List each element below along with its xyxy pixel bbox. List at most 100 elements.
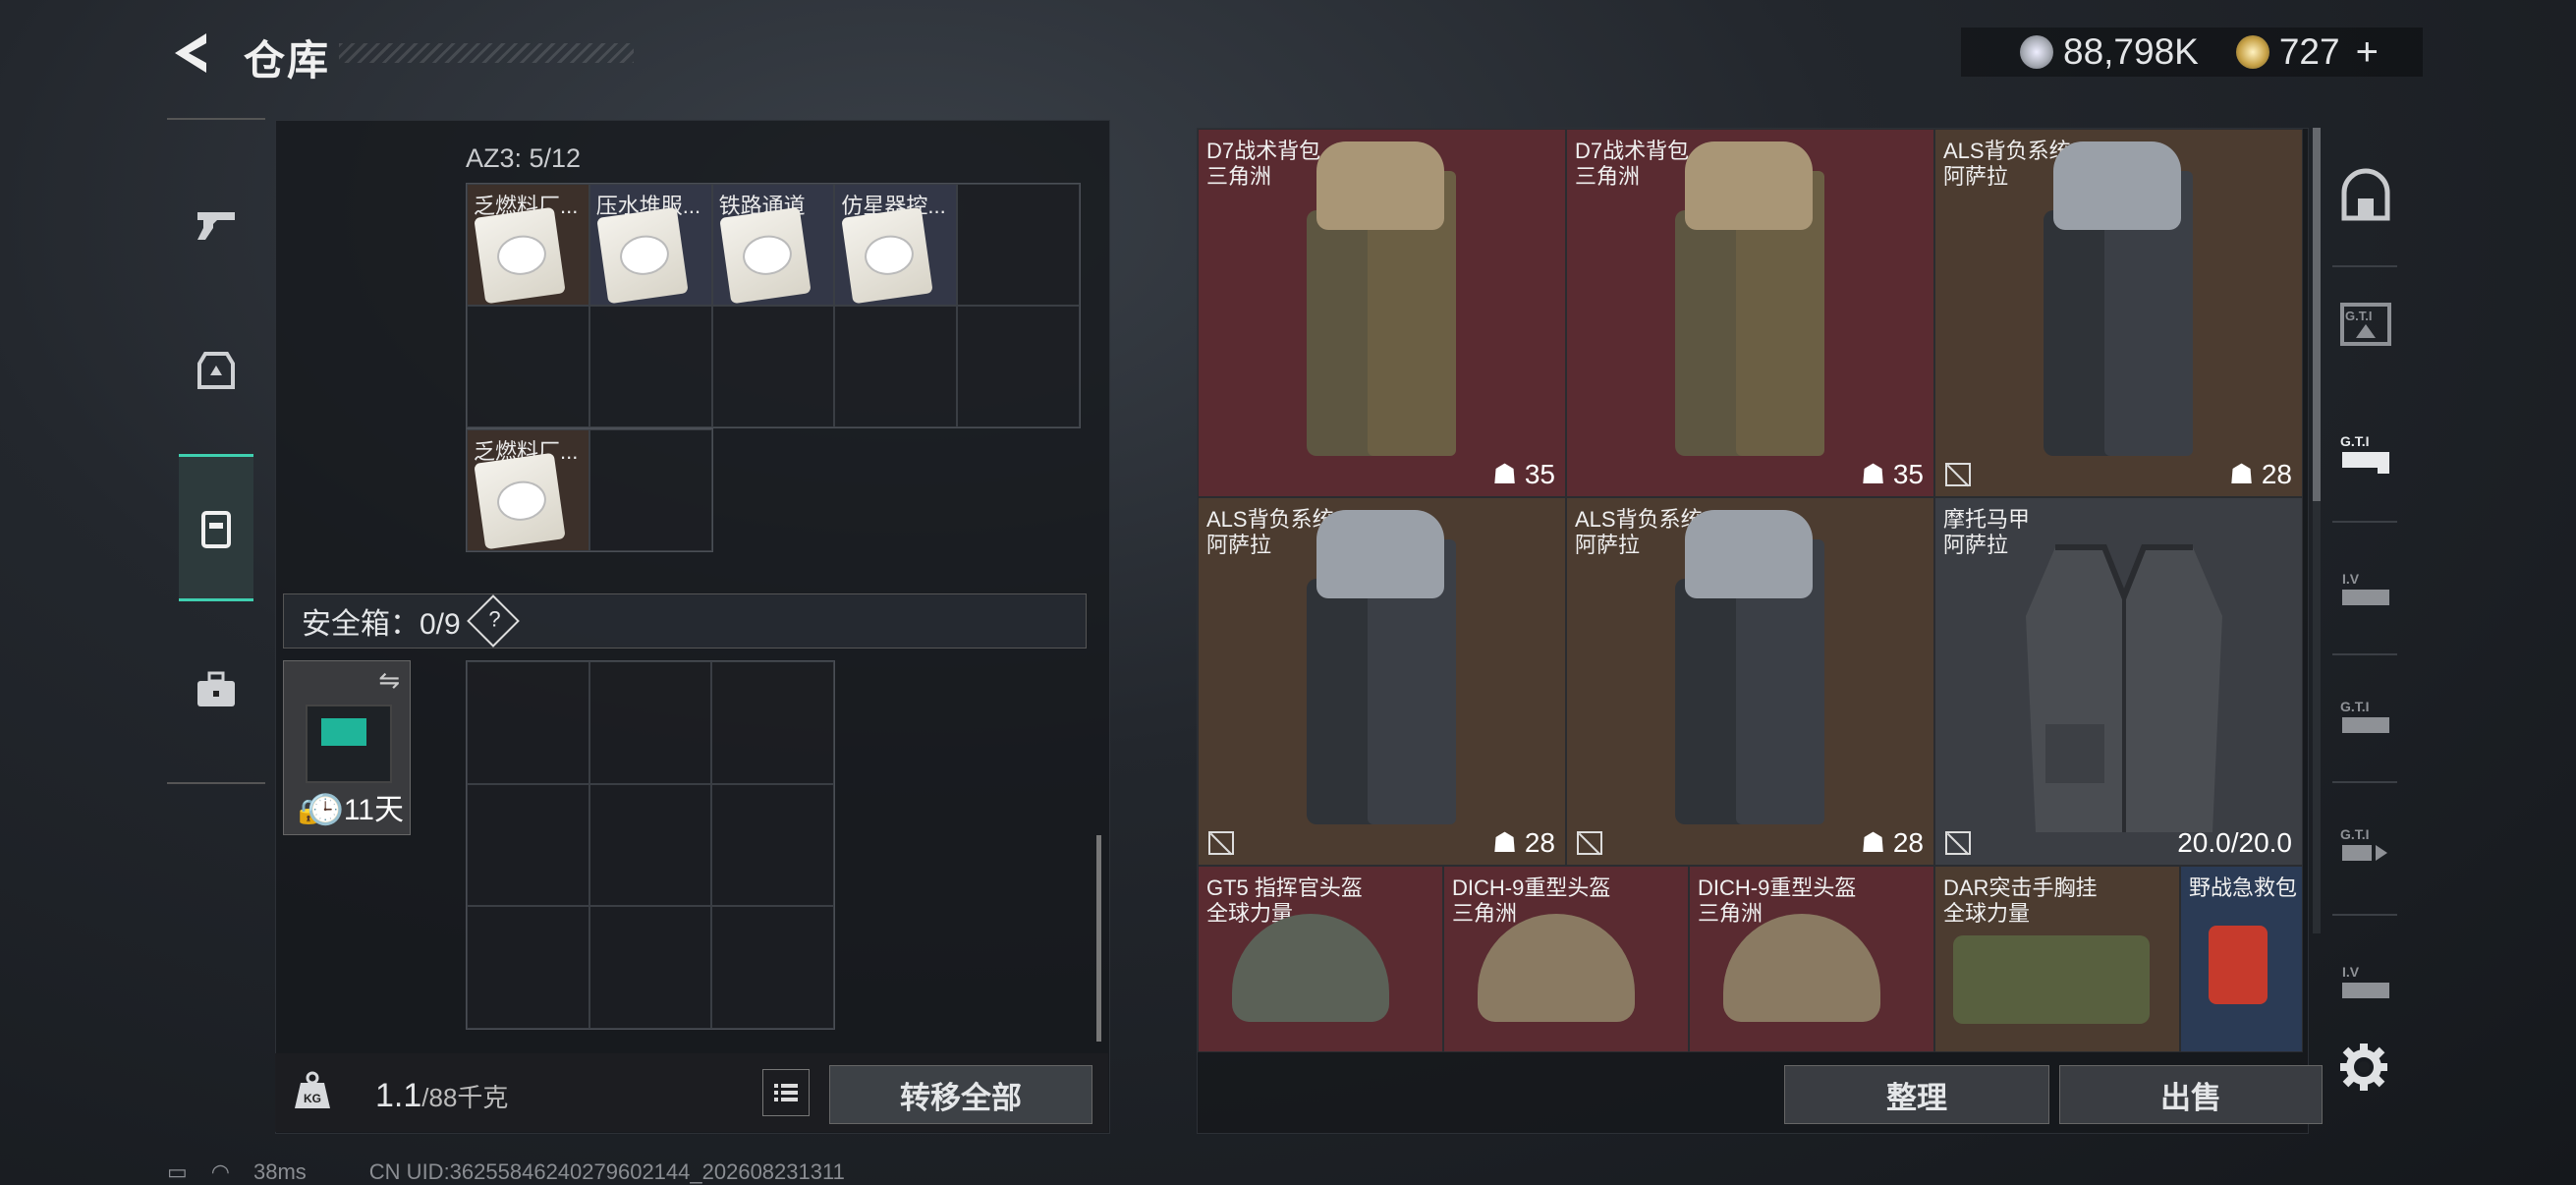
grid-item-keycard[interactable]: 压水堆服... <box>588 184 712 306</box>
sidebar-item-armor[interactable] <box>179 297 253 444</box>
backpack-image <box>1307 141 1456 466</box>
container-capacity-label: AZ3: 5/12 <box>466 143 582 173</box>
sidebar-item-case[interactable] <box>179 616 253 763</box>
grid-empty-slot[interactable] <box>467 306 589 427</box>
grid-item-keycard[interactable]: 乏燃料厂... <box>467 429 589 551</box>
category-all[interactable] <box>2330 138 2401 255</box>
grid-item-keycard[interactable]: 乏燃料厂... <box>467 184 589 306</box>
item-capacity: ☗ 28 <box>1491 827 1555 858</box>
warehouse-item-backpack[interactable]: ALS背负系统 阿萨拉 ☗ 28 <box>1198 497 1566 866</box>
backpack-image <box>1675 510 1824 834</box>
grid-empty-slot[interactable] <box>588 783 712 907</box>
grid-empty-slot[interactable] <box>834 306 958 427</box>
item-origin: 阿萨拉 <box>1206 533 1272 557</box>
all-items-icon <box>2341 168 2390 221</box>
warehouse-item-backpack[interactable]: D7战术背包 三角洲 ☗ 35 <box>1198 129 1566 497</box>
safe-box-header: 安全箱：0/9 ? <box>283 593 1087 649</box>
svg-text:G.T.I: G.T.I <box>2340 826 2370 842</box>
grid-empty-slot[interactable] <box>467 783 589 907</box>
warehouse-item-backpack[interactable]: D7战术背包 三角洲 ☗ 35 <box>1566 129 1934 497</box>
grid-empty-slot[interactable] <box>711 306 835 427</box>
grid-empty-slot[interactable] <box>467 661 589 784</box>
not-insured-icon <box>1945 831 1971 855</box>
warehouse-gt-icon: G.T.I <box>2340 699 2389 733</box>
grid-empty-slot[interactable] <box>467 906 589 1029</box>
keycard-icon <box>718 206 812 305</box>
silver-amount: 88,798K <box>2063 31 2199 72</box>
capacity-value: 28 <box>1524 827 1555 858</box>
capacity-value: 35 <box>1892 459 1924 489</box>
item-origin: 三角洲 <box>1698 901 1764 926</box>
grid-empty-slot[interactable] <box>711 783 834 907</box>
category-gt4[interactable]: G.T.I <box>2330 786 2401 904</box>
currency-display: 88,798K 727 + <box>1961 28 2423 77</box>
weight-icon: KG <box>291 1069 334 1112</box>
gold-amount: 727 <box>2278 31 2340 72</box>
category-iv1[interactable]: I.V <box>2330 531 2401 649</box>
grid-item-keycard[interactable]: 铁路通道 <box>711 184 835 306</box>
backpack-image <box>1307 510 1456 834</box>
sell-button[interactable]: 出售 <box>2059 1065 2323 1124</box>
transfer-all-button[interactable]: 转移全部 <box>829 1065 1092 1124</box>
grid-empty-slot[interactable] <box>957 306 1080 427</box>
left-scrollbar[interactable] <box>1096 835 1101 1042</box>
grid-empty-slot[interactable] <box>589 429 712 551</box>
warehouse-item-backpack[interactable]: ALS背负系统 阿萨拉 ☗ 28 <box>1566 497 1934 866</box>
title-decoration <box>339 43 634 63</box>
keycard-icon <box>596 206 689 305</box>
warehouse-item-vest[interactable]: 摩托马甲 阿萨拉 20.0/20.0 <box>1934 497 2303 866</box>
warehouse-scrollbar-thumb[interactable] <box>2313 128 2321 501</box>
grid-empty-slot[interactable] <box>588 661 712 784</box>
warehouse-item-helmet[interactable]: DICH-9重型头盔 三角洲 <box>1443 866 1689 1052</box>
svg-text:I.V: I.V <box>2342 964 2360 980</box>
category-gt3[interactable]: G.T.I <box>2330 658 2401 776</box>
not-insured-icon <box>1208 831 1234 855</box>
keycard-icon <box>841 206 934 305</box>
warehouse-iv-icon: I.V <box>2342 571 2389 605</box>
warehouse-item-medkit[interactable]: 野战急救包 <box>2180 866 2303 1052</box>
svg-text:G.T.I: G.T.I <box>2345 309 2372 323</box>
item-name: 野战急救包 <box>2189 875 2298 900</box>
help-button[interactable]: ? <box>466 594 520 648</box>
backpack-image <box>1675 141 1824 466</box>
battery-icon: ▭ <box>167 1159 188 1184</box>
category-gt1[interactable]: G.T.I <box>2330 265 2401 383</box>
warehouse-iv-icon: I.V <box>2342 964 2389 998</box>
list-view-button[interactable] <box>762 1069 810 1116</box>
safe-box-item[interactable]: ⇋ 🔒 🕒11天 <box>283 660 411 835</box>
warehouse-panel: D7战术背包 三角洲 ☗ 35 D7战术背包 三角洲 ☗ 35 ALS背负系统 … <box>1197 128 2309 1134</box>
swap-icon[interactable]: ⇋ <box>378 665 400 696</box>
warehouse-item-helmet[interactable]: GT5 指挥官头盔 全球力量 <box>1198 866 1443 1052</box>
container-grid-lower: 乏燃料厂... <box>466 428 713 552</box>
safe-box-expiry: 🕒11天 <box>307 794 404 826</box>
warehouse-item-chest-rig[interactable]: DAR突击手胸挂 全球力量 <box>1934 866 2180 1052</box>
not-insured-icon <box>1945 463 1971 486</box>
grid-empty-slot[interactable] <box>588 906 712 1029</box>
warehouse-item-helmet[interactable]: DICH-9重型头盔 三角洲 <box>1689 866 1934 1052</box>
not-insured-icon <box>1577 831 1602 855</box>
add-currency-button[interactable]: + <box>2356 30 2379 75</box>
sidebar-item-backpack[interactable] <box>179 454 253 601</box>
grid-empty-slot[interactable] <box>711 906 834 1029</box>
grid-empty-slot[interactable] <box>588 306 712 427</box>
ping-value: 38ms <box>253 1159 307 1184</box>
keycard-icon <box>474 206 566 305</box>
settings-button[interactable] <box>2338 1042 2389 1093</box>
grid-empty-slot[interactable] <box>957 184 1080 306</box>
grid-item-keycard[interactable]: 仿星器控... <box>834 184 958 306</box>
safe-case-icon <box>306 705 392 783</box>
sort-button[interactable]: 整理 <box>1784 1065 2049 1124</box>
grid-empty-slot[interactable] <box>711 661 834 784</box>
capacity-value: 35 <box>1524 459 1555 489</box>
warehouse-gt-icon: G.T.I <box>2340 826 2387 861</box>
warehouse-item-backpack[interactable]: ALS背负系统 阿萨拉 ☗ 28 <box>1934 129 2303 497</box>
user-uid: CN UID:3625584624027960214‍4_20260823131… <box>368 1159 845 1184</box>
category-iv2[interactable]: I.V <box>2330 924 2401 1042</box>
weight-value: 1.1 <box>375 1077 422 1114</box>
sidebar-item-weapons[interactable] <box>179 149 253 297</box>
back-button[interactable] <box>167 28 218 79</box>
category-gt2[interactable]: G.T.I <box>2330 393 2401 511</box>
warehouse-gt-icon: G.T.I <box>2340 433 2389 474</box>
item-origin: 三角洲 <box>1206 164 1272 189</box>
svg-text:G.T.I: G.T.I <box>2340 433 2370 449</box>
